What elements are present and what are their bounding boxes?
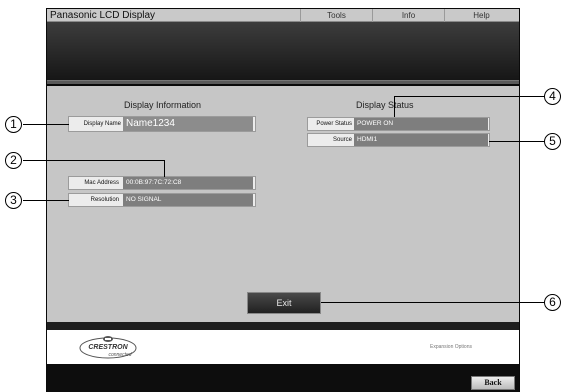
crestron-tagline-text: connected xyxy=(108,352,131,358)
source-row: Source HDMI1 xyxy=(307,133,490,147)
display-name-field[interactable]: Name1234 xyxy=(123,117,253,131)
power-status-row: Power Status POWER ON xyxy=(307,117,490,131)
menu-help[interactable]: Help xyxy=(444,9,518,22)
mac-address-label: Mac Address xyxy=(84,180,119,186)
callout-3: 3 xyxy=(5,192,22,209)
callout-5: 5 xyxy=(544,133,561,150)
expansion-options-link[interactable]: Expansion Options xyxy=(430,344,472,350)
bottom-bar xyxy=(47,364,519,392)
source-label: Source xyxy=(332,137,352,143)
source-value: HDMI1 xyxy=(354,134,488,146)
callout-6: 6 xyxy=(544,294,561,311)
display-status-title: Display Status xyxy=(356,100,414,110)
header-banner xyxy=(47,22,519,80)
callout-4-leader-vertical xyxy=(394,96,395,117)
resolution-label: Resolution xyxy=(90,197,119,203)
display-information-title: Display Information xyxy=(124,100,202,110)
mac-address-value: 00:0B:97:7C:72:C8 xyxy=(123,177,253,189)
callout-2-leader xyxy=(23,160,165,161)
app-title: Panasonic LCD Display xyxy=(50,10,156,21)
callout-3-leader xyxy=(23,200,69,201)
callout-1-leader xyxy=(23,124,69,125)
banner-divider xyxy=(47,80,519,84)
callout-6-leader xyxy=(321,302,545,303)
callout-4: 4 xyxy=(544,88,561,105)
resolution-value: NO SIGNAL xyxy=(123,194,253,206)
callout-2-leader-vertical xyxy=(164,160,165,177)
callout-1: 1 xyxy=(5,116,22,133)
display-name-row: Display Name Name1234 xyxy=(68,116,256,132)
crestron-logo: CRESTRON connected xyxy=(79,336,137,359)
resolution-row: Resolution NO SIGNAL xyxy=(68,193,256,207)
power-status-value: POWER ON xyxy=(354,118,488,130)
callout-5-leader xyxy=(489,141,545,142)
mac-address-row: Mac Address 00:0B:97:7C:72:C8 xyxy=(68,176,256,190)
crestron-brand-text: CRESTRON xyxy=(88,344,128,351)
display-name-label: Display Name xyxy=(83,121,121,127)
back-button[interactable]: Back xyxy=(471,376,515,390)
footer-divider xyxy=(47,322,519,330)
exit-button[interactable]: Exit xyxy=(247,292,321,314)
power-status-label: Power Status xyxy=(316,121,352,127)
callout-2: 2 xyxy=(5,152,22,169)
menu-info[interactable]: Info xyxy=(372,9,444,22)
callout-4-leader xyxy=(394,96,545,97)
menu-tools[interactable]: Tools xyxy=(300,9,372,22)
